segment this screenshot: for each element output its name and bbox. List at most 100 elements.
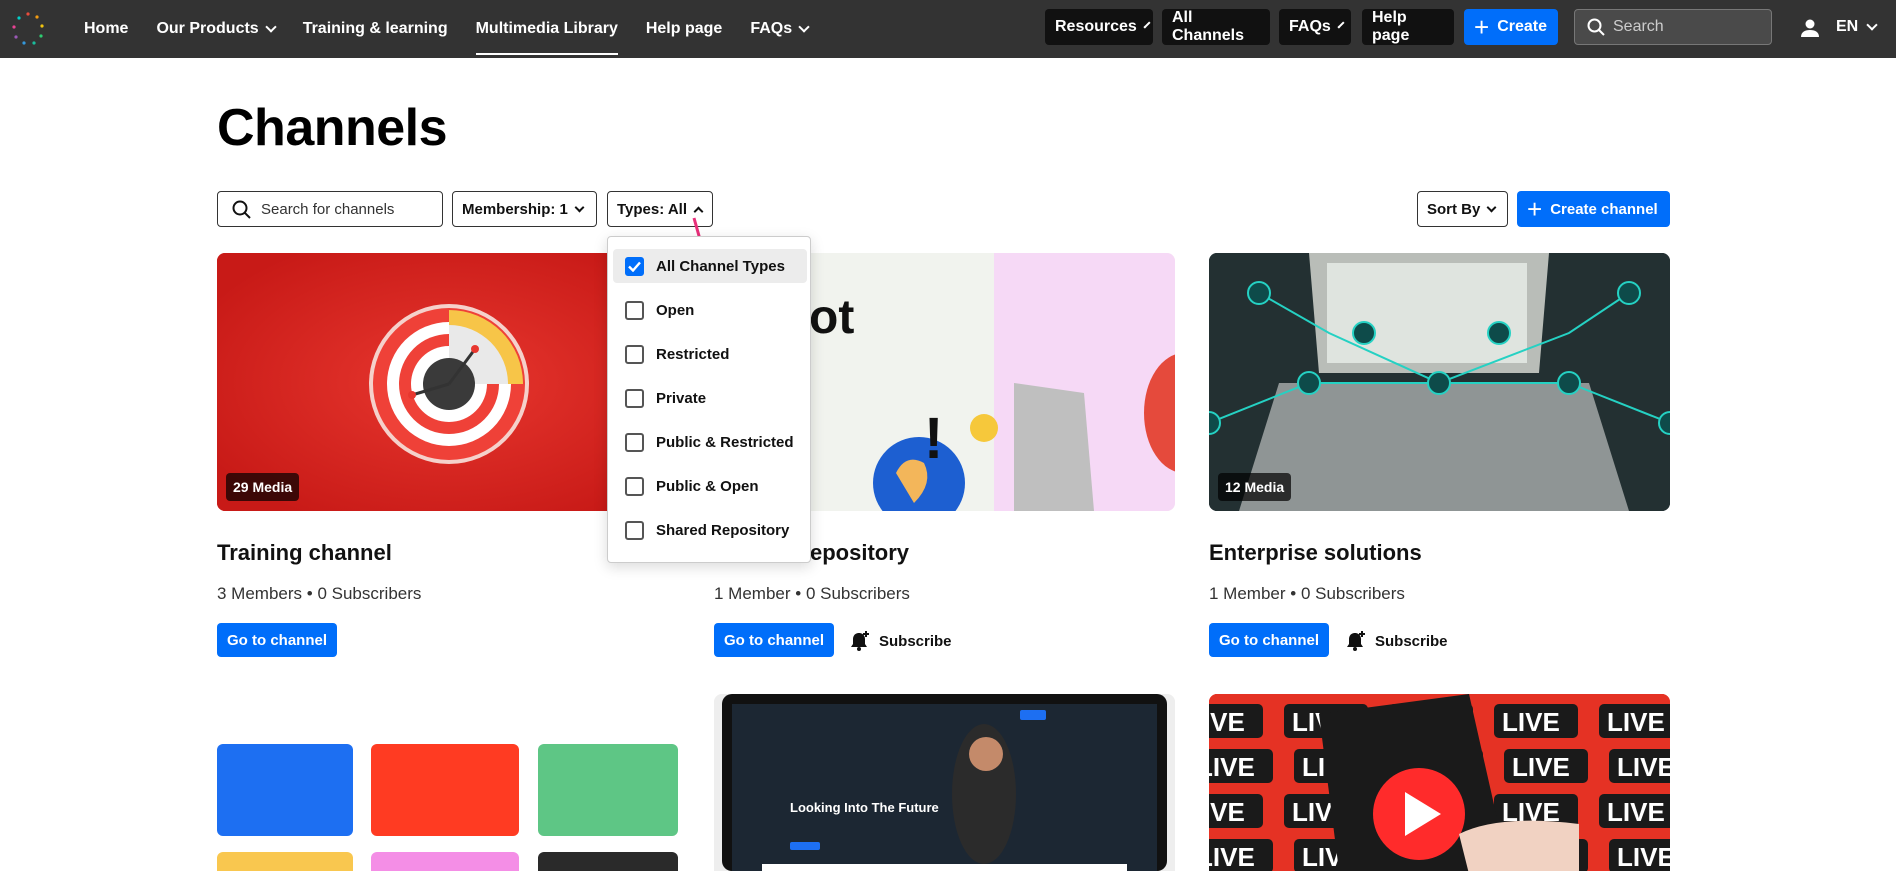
nav-multimedia-label: Multimedia Library [475, 20, 618, 37]
nav-faqs[interactable]: FAQs [750, 0, 810, 58]
language-selector[interactable]: EN [1836, 18, 1878, 36]
types-filter-label: Types: All [617, 200, 688, 218]
membership-filter-button[interactable]: Membership: 1 [452, 191, 597, 227]
create-label: Create [1497, 18, 1547, 35]
checkbox-icon[interactable] [625, 388, 644, 408]
type-option-label: Restricted [656, 345, 730, 363]
members-count: 1 Member [714, 584, 791, 603]
live-tile-text: LIVE [1607, 707, 1665, 737]
type-option-label: Public & Restricted [656, 433, 794, 451]
nav-help-page[interactable]: Help page [646, 0, 722, 58]
subscribers-count: 0 Subscribers [317, 584, 422, 603]
resources-label: Resources [1055, 18, 1137, 35]
go-to-channel-button[interactable]: Go to channel [714, 623, 835, 657]
create-channel-button[interactable]: + Create channel [1517, 191, 1670, 227]
live-tile-text: LIVE [1512, 752, 1570, 782]
chevron-down-icon [265, 20, 277, 33]
chevron-down-icon [1866, 18, 1878, 31]
channel-thumbnail[interactable] [217, 694, 678, 871]
user-icon[interactable] [1800, 18, 1820, 38]
type-option-label: Shared Repository [656, 521, 790, 539]
go-to-channel-button[interactable]: Go to channel [217, 623, 338, 657]
subscribe-button[interactable]: Subscribe [849, 630, 952, 652]
plus-icon: + [1527, 194, 1543, 224]
video-heading-text: Looking Into The Future [790, 800, 939, 815]
live-tile-text: LIVE [1209, 797, 1245, 827]
type-option-label: Public & Open [656, 477, 759, 495]
partial-text: ot [809, 291, 854, 344]
type-option-all[interactable]: All Channel Types [613, 249, 807, 283]
channel-search-input[interactable]: Search for channels [217, 191, 443, 227]
help-page-label: Help page [1372, 9, 1410, 44]
subscribers-count: 0 Subscribers [805, 584, 910, 603]
channel-meta: 1 Member • 0 Subscribers [1209, 584, 1405, 604]
chevron-down-icon [1486, 202, 1497, 212]
all-channels-label: All Channels [1172, 9, 1245, 44]
channel-meta: 1 Member • 0 Subscribers [714, 584, 910, 604]
type-option-public-restricted[interactable]: Public & Restricted [613, 425, 807, 459]
media-count-badge: 29 Media [226, 473, 300, 501]
nav-training-label: Training & learning [302, 20, 448, 37]
chevron-down-icon [1337, 20, 1345, 29]
type-option-label: Private [656, 389, 707, 407]
live-illustration: LIVE LIVE LIVE LIVE LIVE LIVE LIVE LIVE LIVE LIVE… [1209, 694, 1670, 871]
bell-plus-icon [851, 631, 869, 651]
type-option-label: All Channel Types [656, 257, 785, 275]
chevron-down-icon [798, 20, 810, 33]
members-count: 1 Member [1209, 584, 1286, 603]
live-tile-text: LIVE [1607, 797, 1665, 827]
create-button[interactable]: + Create [1464, 9, 1558, 45]
channel-search-placeholder: Search for channels [261, 200, 395, 218]
checkbox-icon[interactable] [625, 432, 644, 452]
global-search-placeholder: Search [1613, 18, 1664, 35]
checkbox-icon[interactable] [625, 344, 644, 364]
sort-by-button[interactable]: Sort By [1417, 191, 1508, 227]
go-to-channel-button[interactable]: Go to channel [1209, 623, 1330, 657]
resources-menu-button[interactable]: Resources [1045, 9, 1153, 45]
membership-filter-label: Membership: 1 [462, 200, 568, 218]
channel-thumbnail[interactable]: LIVE LIVE LIVE LIVE LIVE LIVE LIVE LIVE LIVE LIVE… [1209, 694, 1670, 871]
separator-dot: • [1290, 584, 1297, 603]
separator-dot: • [795, 584, 802, 603]
plus-icon: + [1474, 12, 1490, 42]
channel-thumbnail[interactable]: 12 Media [1209, 253, 1670, 511]
logo-icon[interactable] [8, 8, 48, 48]
channel-title[interactable]: Enterprise solutions [1209, 540, 1422, 566]
type-option-open[interactable]: Open [613, 293, 807, 327]
color-tiles-illustration [217, 744, 678, 871]
type-option-shared-repository[interactable]: Shared Repository [613, 513, 807, 547]
nav-our-products[interactable]: Our Products [156, 0, 277, 58]
nav-faqs-label: FAQs [750, 20, 793, 37]
sort-by-label: Sort By [1427, 200, 1481, 218]
nav-training[interactable]: Training & learning [303, 0, 448, 58]
channel-meta: 3 Members • 0 Subscribers [217, 584, 421, 604]
channel-title[interactable]: Training channel [217, 540, 392, 566]
checkbox-icon[interactable] [625, 300, 644, 320]
separator-dot: • [306, 584, 313, 603]
type-option-restricted[interactable]: Restricted [613, 337, 807, 371]
live-tile-text: LIVE [1209, 707, 1245, 737]
nav-multimedia-library[interactable]: Multimedia Library [475, 0, 619, 58]
channel-thumbnail[interactable]: Looking Into The Future [714, 694, 1175, 871]
types-filter-dropdown: All Channel Types Open Restricted Privat… [607, 236, 811, 563]
type-option-public-open[interactable]: Public & Open [613, 469, 807, 503]
live-tile-text: LIVE [1617, 752, 1670, 782]
checkbox-icon[interactable] [625, 520, 644, 540]
top-navigation-bar: Home Our Products Training & learning Mu… [0, 0, 1896, 58]
faqs-label: FAQs [1289, 18, 1331, 35]
live-tile-text: LIVE [1209, 752, 1255, 782]
subscribe-button[interactable]: Subscribe [1345, 630, 1448, 652]
help-page-button[interactable]: Help page [1362, 9, 1454, 45]
type-option-private[interactable]: Private [613, 381, 807, 415]
nav-home[interactable]: Home [84, 0, 128, 58]
live-tile-text: LIVE [1209, 842, 1255, 871]
checkbox-checked-icon[interactable] [625, 256, 644, 276]
checkbox-icon[interactable] [625, 476, 644, 496]
nav-home-label: Home [84, 20, 129, 37]
subscribers-count: 0 Subscribers [1300, 584, 1405, 603]
global-search-input[interactable]: Search [1574, 9, 1772, 45]
all-channels-button[interactable]: All Channels [1162, 9, 1270, 45]
chevron-down-icon [574, 202, 585, 212]
faqs-menu-button[interactable]: FAQs [1279, 9, 1351, 45]
chevron-down-icon [1143, 20, 1151, 29]
